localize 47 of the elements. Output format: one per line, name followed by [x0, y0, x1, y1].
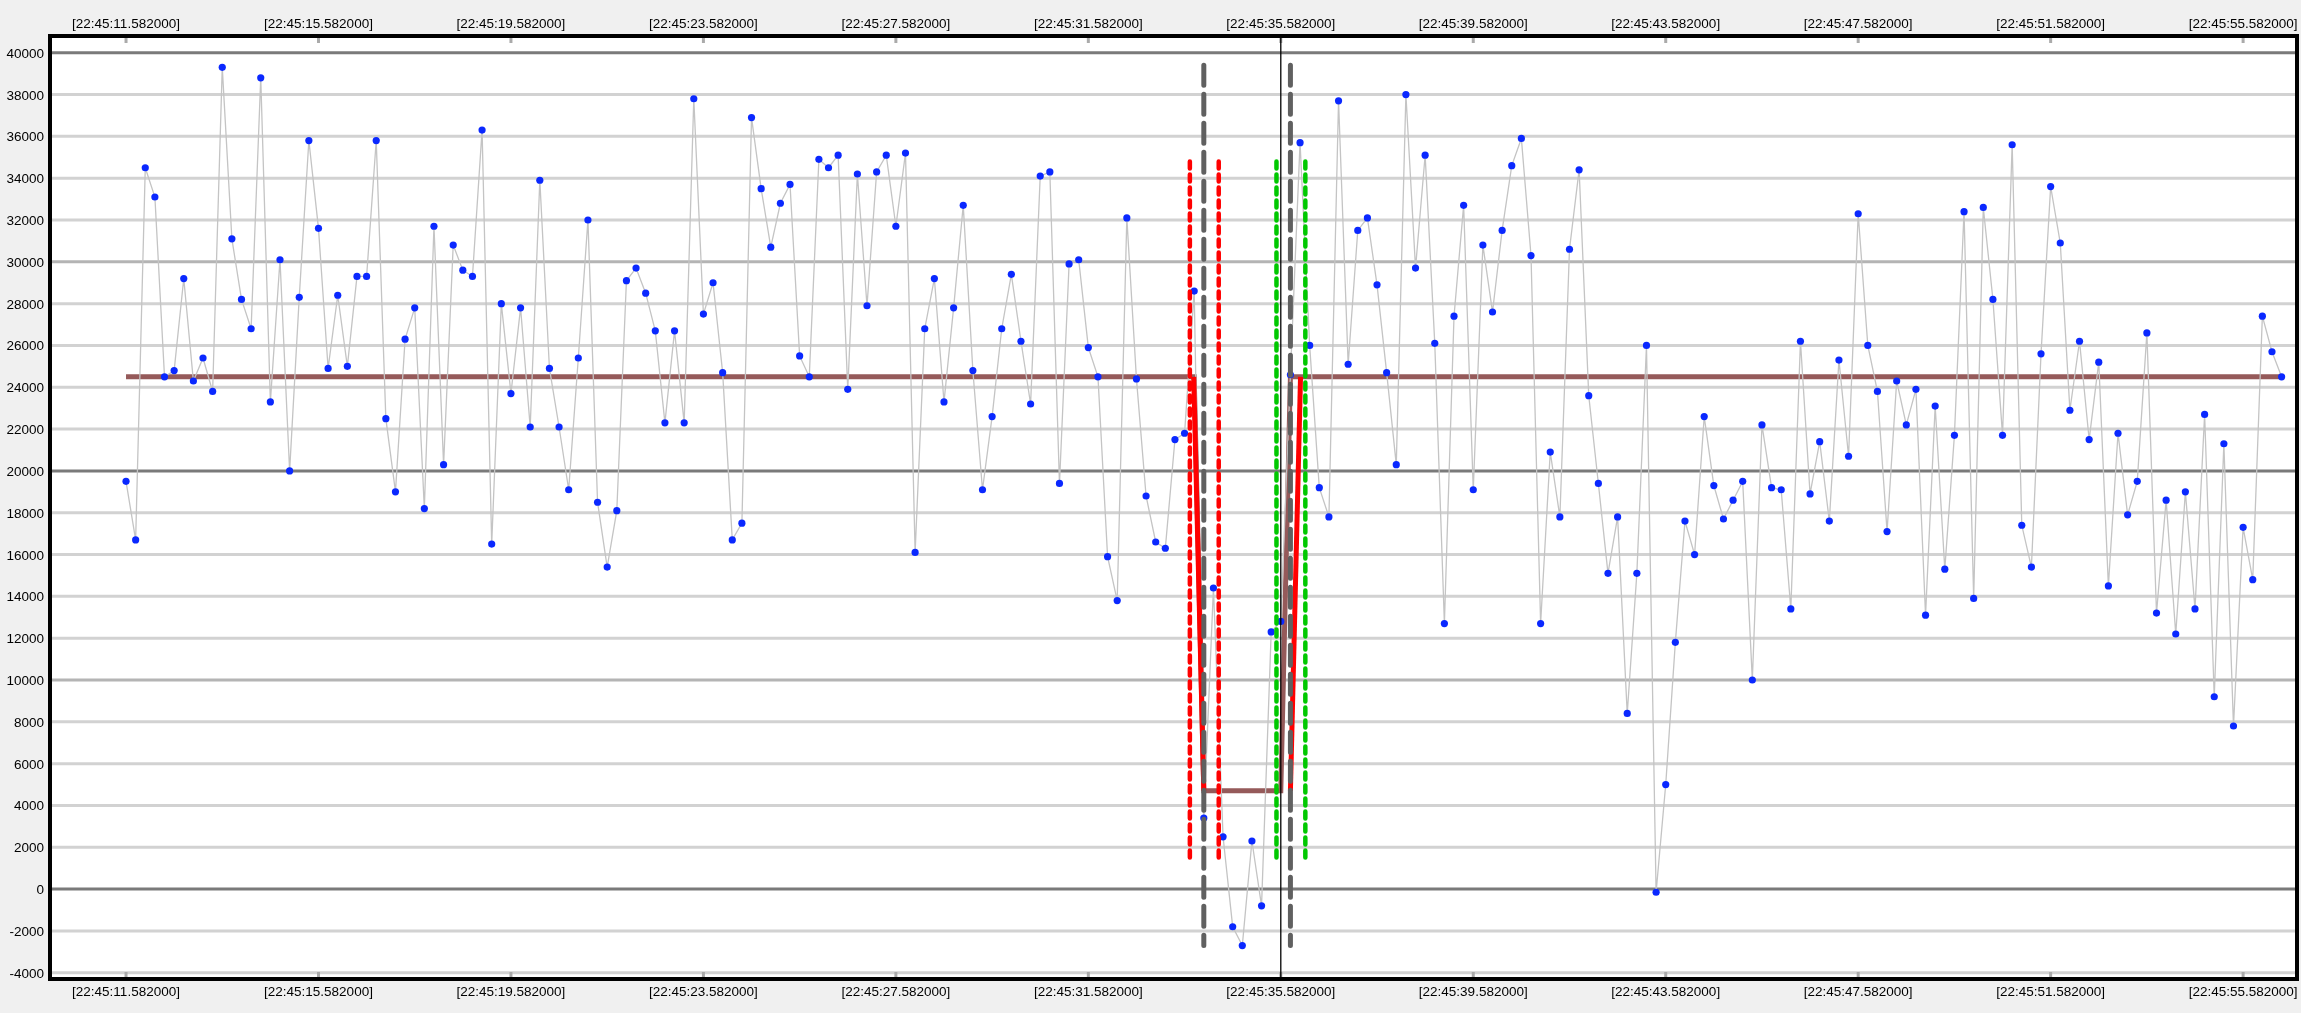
- axis-tick-label: 14000: [6, 589, 44, 605]
- axis-tick-label: [22:45:19.582000]: [456, 16, 566, 31]
- axis-tick-label: [22:45:19.582000]: [456, 984, 566, 999]
- axis-tick-label: -2000: [9, 923, 44, 939]
- axis-tick-label: [22:45:55.582000]: [2188, 16, 2298, 31]
- axis-tick-label: 28000: [6, 296, 44, 312]
- axis-tick-label: 22000: [6, 422, 44, 438]
- axis-tick-label: 36000: [6, 129, 44, 145]
- axis-tick-label: 4000: [13, 798, 44, 814]
- axis-tick-label: 24000: [6, 380, 44, 396]
- axis-tick-label: 2000: [13, 840, 44, 856]
- axis-tick-label: 8000: [13, 714, 44, 730]
- axis-tick-label: 38000: [6, 87, 44, 103]
- axis-tick-label: 18000: [6, 505, 44, 521]
- axis-tick-label: [22:45:39.582000]: [1418, 984, 1528, 999]
- axis-tick-label: 32000: [6, 213, 44, 228]
- axis-tick-label: 12000: [6, 631, 44, 647]
- axis-tick-label: [22:45:39.582000]: [1418, 16, 1528, 31]
- axis-tick-label: [22:45:11.582000]: [72, 984, 180, 999]
- axis-tick-label: [22:45:51.582000]: [1996, 984, 2106, 999]
- axis-tick-label: [22:45:47.582000]: [1803, 984, 1913, 999]
- axis-tick-label: [22:45:15.582000]: [264, 984, 373, 999]
- axis-tick-label: [22:45:31.582000]: [1033, 984, 1143, 999]
- axis-tick-label: [22:45:15.582000]: [264, 16, 373, 31]
- axis-tick-label: 0: [36, 882, 44, 898]
- axis-tick-label: [22:45:11.582000]: [72, 16, 180, 31]
- axis-tick-label: [22:45:27.582000]: [841, 16, 951, 31]
- axis-tick-label: 30000: [6, 254, 44, 270]
- axis-tick-label: -4000: [9, 965, 44, 981]
- axis-tick-label: [22:45:43.582000]: [1611, 984, 1721, 999]
- axis-tick-label: 26000: [6, 338, 44, 354]
- axis-tick-label: [22:45:23.582000]: [649, 16, 758, 31]
- axis-tick-label: 16000: [6, 547, 44, 563]
- axis-tick-label: [22:45:27.582000]: [841, 984, 951, 999]
- axis-tick-label: [22:45:43.582000]: [1611, 16, 1721, 31]
- axis-tick-label: 10000: [6, 673, 44, 688]
- axis-tick-label: [22:45:35.582000]: [1226, 984, 1336, 999]
- axis-tick-label: 20000: [6, 463, 44, 479]
- axis-tick-label: [22:45:55.582000]: [2188, 984, 2298, 999]
- axis-tick-label: 34000: [6, 171, 44, 187]
- axis-tick-label: [22:45:23.582000]: [649, 984, 758, 999]
- axis-tick-label: 40000: [6, 45, 44, 61]
- axis-tick-label: 6000: [13, 756, 44, 772]
- axis-tick-label: [22:45:31.582000]: [1033, 16, 1143, 31]
- axis-tick-label: [22:45:47.582000]: [1803, 16, 1913, 31]
- axis-tick-label: [22:45:51.582000]: [1996, 16, 2106, 31]
- axis-tick-label: [22:45:35.582000]: [1226, 16, 1336, 31]
